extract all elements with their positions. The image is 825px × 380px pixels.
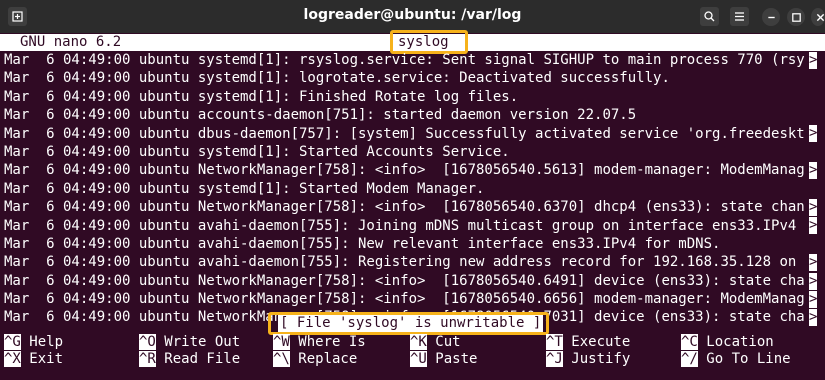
log-line: Mar 6 04:49:00 ubuntu systemd[1]: Starte… bbox=[4, 180, 485, 197]
shortcut-key: ^C bbox=[681, 334, 698, 350]
log-line: Mar 6 04:49:00 ubuntu NetworkManager[758… bbox=[4, 162, 805, 179]
shortcut-write-out[interactable]: ^O Write Out bbox=[139, 334, 240, 351]
shortcut-key: ^J bbox=[546, 351, 563, 367]
file-content[interactable]: Mar 6 04:49:00 ubuntu systemd[1]: rsyslo… bbox=[4, 51, 825, 327]
minimize-icon[interactable] bbox=[762, 8, 780, 26]
log-line: Mar 6 04:49:00 ubuntu dbus-daemon[757]: … bbox=[4, 125, 805, 142]
shortcut-label: Paste bbox=[426, 351, 478, 367]
shortcut-help[interactable]: ^G Help bbox=[4, 334, 63, 351]
shortcut-key: ^\ bbox=[273, 351, 290, 367]
shortcut-cut[interactable]: ^K Cut bbox=[410, 334, 461, 351]
shortcut-key: ^G bbox=[4, 334, 21, 350]
shortcut-key: ^W bbox=[273, 334, 290, 350]
close-icon[interactable] bbox=[811, 8, 825, 26]
shortcut-key: ^X bbox=[4, 351, 21, 367]
log-line: Mar 6 04:49:00 ubuntu systemd[1]: Finish… bbox=[4, 88, 519, 105]
line-truncated-marker: > bbox=[809, 125, 818, 143]
hamburger-menu-icon[interactable] bbox=[730, 7, 749, 26]
shortcut-label: Exit bbox=[20, 351, 64, 367]
shortcut-label: Execute bbox=[562, 334, 631, 350]
line-truncated-marker: > bbox=[809, 290, 818, 308]
shortcut-read-file[interactable]: ^R Read File bbox=[139, 351, 240, 368]
line-truncated-marker: > bbox=[809, 162, 818, 180]
shortcut-justify[interactable]: ^J Justify bbox=[546, 351, 630, 368]
shortcut-label: Cut bbox=[426, 334, 461, 350]
shortcut-label: Help bbox=[20, 334, 64, 350]
nano-version: GNU nano 6.2 bbox=[20, 34, 122, 50]
shortcut-key: ^/ bbox=[681, 351, 698, 367]
line-truncated-marker: > bbox=[809, 272, 818, 290]
shortcut-label: Location bbox=[697, 334, 774, 350]
shortcut-execute[interactable]: ^T Execute bbox=[546, 334, 630, 351]
terminal-area[interactable]: GNU nano 6.2 syslog Mar 6 04:49:00 ubunt… bbox=[0, 30, 825, 380]
log-line: Mar 6 04:49:00 ubuntu accounts-daemon[75… bbox=[4, 107, 637, 124]
log-line: Mar 6 04:49:00 ubuntu avahi-daemon[755]:… bbox=[4, 235, 721, 252]
log-line: Mar 6 04:49:00 ubuntu systemd[1]: Starte… bbox=[4, 143, 510, 160]
search-icon[interactable] bbox=[700, 7, 719, 26]
log-line: Mar 6 04:49:00 ubuntu systemd[1]: logrot… bbox=[4, 70, 670, 87]
shortcut-label: Write Out bbox=[155, 334, 241, 350]
shortcut-key: ^T bbox=[546, 334, 563, 350]
shortcut-key: ^U bbox=[410, 351, 427, 367]
line-truncated-marker: > bbox=[809, 309, 818, 327]
log-line: Mar 6 04:49:00 ubuntu NetworkManager[758… bbox=[4, 199, 805, 216]
shortcut-label: Replace bbox=[289, 351, 358, 367]
line-truncated-marker: > bbox=[809, 254, 818, 272]
shortcut-go-to-line[interactable]: ^/ Go To Line bbox=[681, 351, 791, 368]
shortcut-key: ^O bbox=[139, 334, 156, 350]
shortcut-paste[interactable]: ^U Paste bbox=[410, 351, 477, 368]
line-truncated-marker: > bbox=[809, 217, 818, 235]
shortcut-bar-row-1: ^G Help ^O Write Out ^W Where Is ^K Cut ^T E… bbox=[0, 334, 825, 351]
shortcut-label: Read File bbox=[155, 351, 241, 367]
log-line: Mar 6 04:49:00 ubuntu NetworkManager[758… bbox=[4, 291, 805, 308]
log-line: Mar 6 04:49:00 ubuntu NetworkManager[758… bbox=[4, 272, 805, 289]
shortcut-key: ^R bbox=[139, 351, 156, 367]
shortcut-label: Justify bbox=[562, 351, 631, 367]
shortcut-where-is[interactable]: ^W Where Is bbox=[273, 334, 366, 351]
line-truncated-marker: > bbox=[809, 51, 818, 69]
shortcut-replace[interactable]: ^\ Replace bbox=[273, 351, 357, 368]
log-line: Mar 6 04:49:00 ubuntu avahi-daemon[755]:… bbox=[4, 254, 805, 271]
shortcut-exit[interactable]: ^X Exit bbox=[4, 351, 63, 368]
shortcut-label: Where Is bbox=[289, 334, 366, 350]
shortcut-bar-row-2: ^X Exit ^R Read File ^\ Replace ^U Paste ^J … bbox=[0, 351, 825, 368]
status-highlight-box bbox=[268, 312, 549, 335]
log-line: Mar 6 04:49:00 ubuntu systemd[1]: rsyslo… bbox=[4, 52, 805, 68]
line-truncated-marker: > bbox=[809, 198, 818, 216]
shortcut-location[interactable]: ^C Location bbox=[681, 334, 774, 351]
shortcut-label: Go To Line bbox=[697, 351, 791, 367]
maximize-icon[interactable] bbox=[787, 8, 805, 26]
log-line: Mar 6 04:49:00 ubuntu avahi-daemon[755]:… bbox=[4, 217, 805, 234]
window-titlebar: logreader@ubuntu: /var/log bbox=[0, 0, 825, 33]
shortcut-key: ^K bbox=[410, 334, 427, 350]
